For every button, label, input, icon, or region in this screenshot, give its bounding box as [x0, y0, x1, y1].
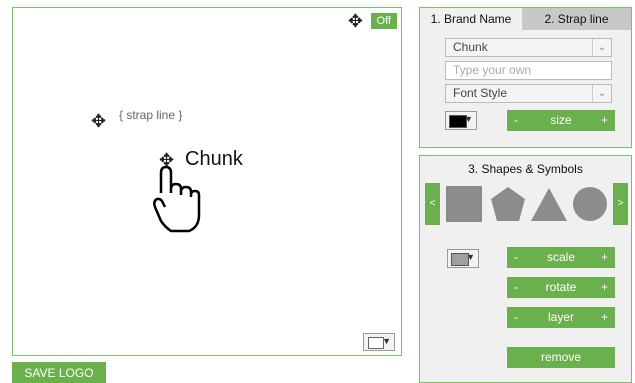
panel-tabs: 1. Brand Name 2. Strap line [420, 8, 631, 30]
font-select-value: Chunk [453, 40, 488, 54]
scale-decrease-button[interactable]: - [514, 247, 518, 268]
font-select[interactable]: Chunk ⌄ [445, 38, 612, 57]
chevron-down-icon: ⌄ [592, 85, 611, 102]
shape-color-picker[interactable]: ▼ [447, 249, 479, 268]
strap-line-move-icon[interactable]: ✥ [91, 112, 106, 130]
size-control[interactable]: - size + [507, 110, 615, 131]
pentagon-icon[interactable] [490, 186, 528, 224]
save-logo-button[interactable]: SAVE LOGO [12, 362, 106, 383]
custom-font-input[interactable]: Type your own [445, 61, 612, 80]
layer-increase-button[interactable]: + [601, 307, 608, 328]
text-color-picker[interactable]: ▼ [445, 111, 477, 130]
layer-decrease-button[interactable]: - [514, 307, 518, 328]
scale-label: scale [546, 250, 575, 264]
tab-brand-name[interactable]: 1. Brand Name [420, 8, 522, 30]
dropdown-arrow-icon: ▼ [466, 252, 475, 262]
brand-name-panel: 1. Brand Name 2. Strap line Chunk ⌄ Type… [419, 7, 632, 148]
strap-line-text[interactable]: { strap line } [119, 108, 182, 122]
move-icon[interactable]: ✥ [348, 12, 363, 30]
layer-label: layer [547, 310, 574, 324]
layer-control[interactable]: - layer + [507, 307, 615, 328]
rotate-label: rotate [545, 280, 577, 294]
logo-canvas[interactable]: ✥ Off ✥ { strap line } ✥ Chunk ▼ [12, 7, 402, 356]
font-style-select[interactable]: Font Style ⌄ [445, 84, 612, 103]
dropdown-arrow-icon: ▼ [382, 336, 391, 346]
font-style-value: Font Style [453, 86, 508, 100]
chevron-down-icon: ⌄ [592, 39, 611, 56]
dropdown-arrow-icon: ▼ [464, 114, 473, 124]
triangle-icon[interactable] [530, 186, 570, 224]
size-increase-button[interactable]: + [601, 110, 608, 131]
hand-cursor-icon [153, 165, 201, 233]
shapes-panel: 3. Shapes & Symbols ▼ - scale + - rotate… [419, 155, 632, 383]
shapes-prev-button[interactable]: < [425, 183, 440, 225]
tab-strap-line[interactable]: 2. Strap line [522, 8, 631, 30]
circle-icon[interactable] [572, 186, 610, 224]
shapes-panel-title: 3. Shapes & Symbols [468, 162, 583, 176]
size-label: size [550, 113, 572, 127]
size-decrease-button[interactable]: - [514, 110, 518, 131]
toggle-off-button[interactable]: Off [370, 13, 397, 29]
remove-button[interactable]: remove [507, 347, 615, 368]
shapes-next-button[interactable]: > [613, 183, 628, 225]
rotate-decrease-button[interactable]: - [514, 277, 518, 298]
rotate-control[interactable]: - rotate + [507, 277, 615, 298]
rotate-increase-button[interactable]: + [601, 277, 608, 298]
scale-increase-button[interactable]: + [601, 247, 608, 268]
square-icon[interactable] [446, 186, 484, 224]
scale-control[interactable]: - scale + [507, 247, 615, 268]
canvas-color-picker[interactable]: ▼ [363, 333, 395, 351]
